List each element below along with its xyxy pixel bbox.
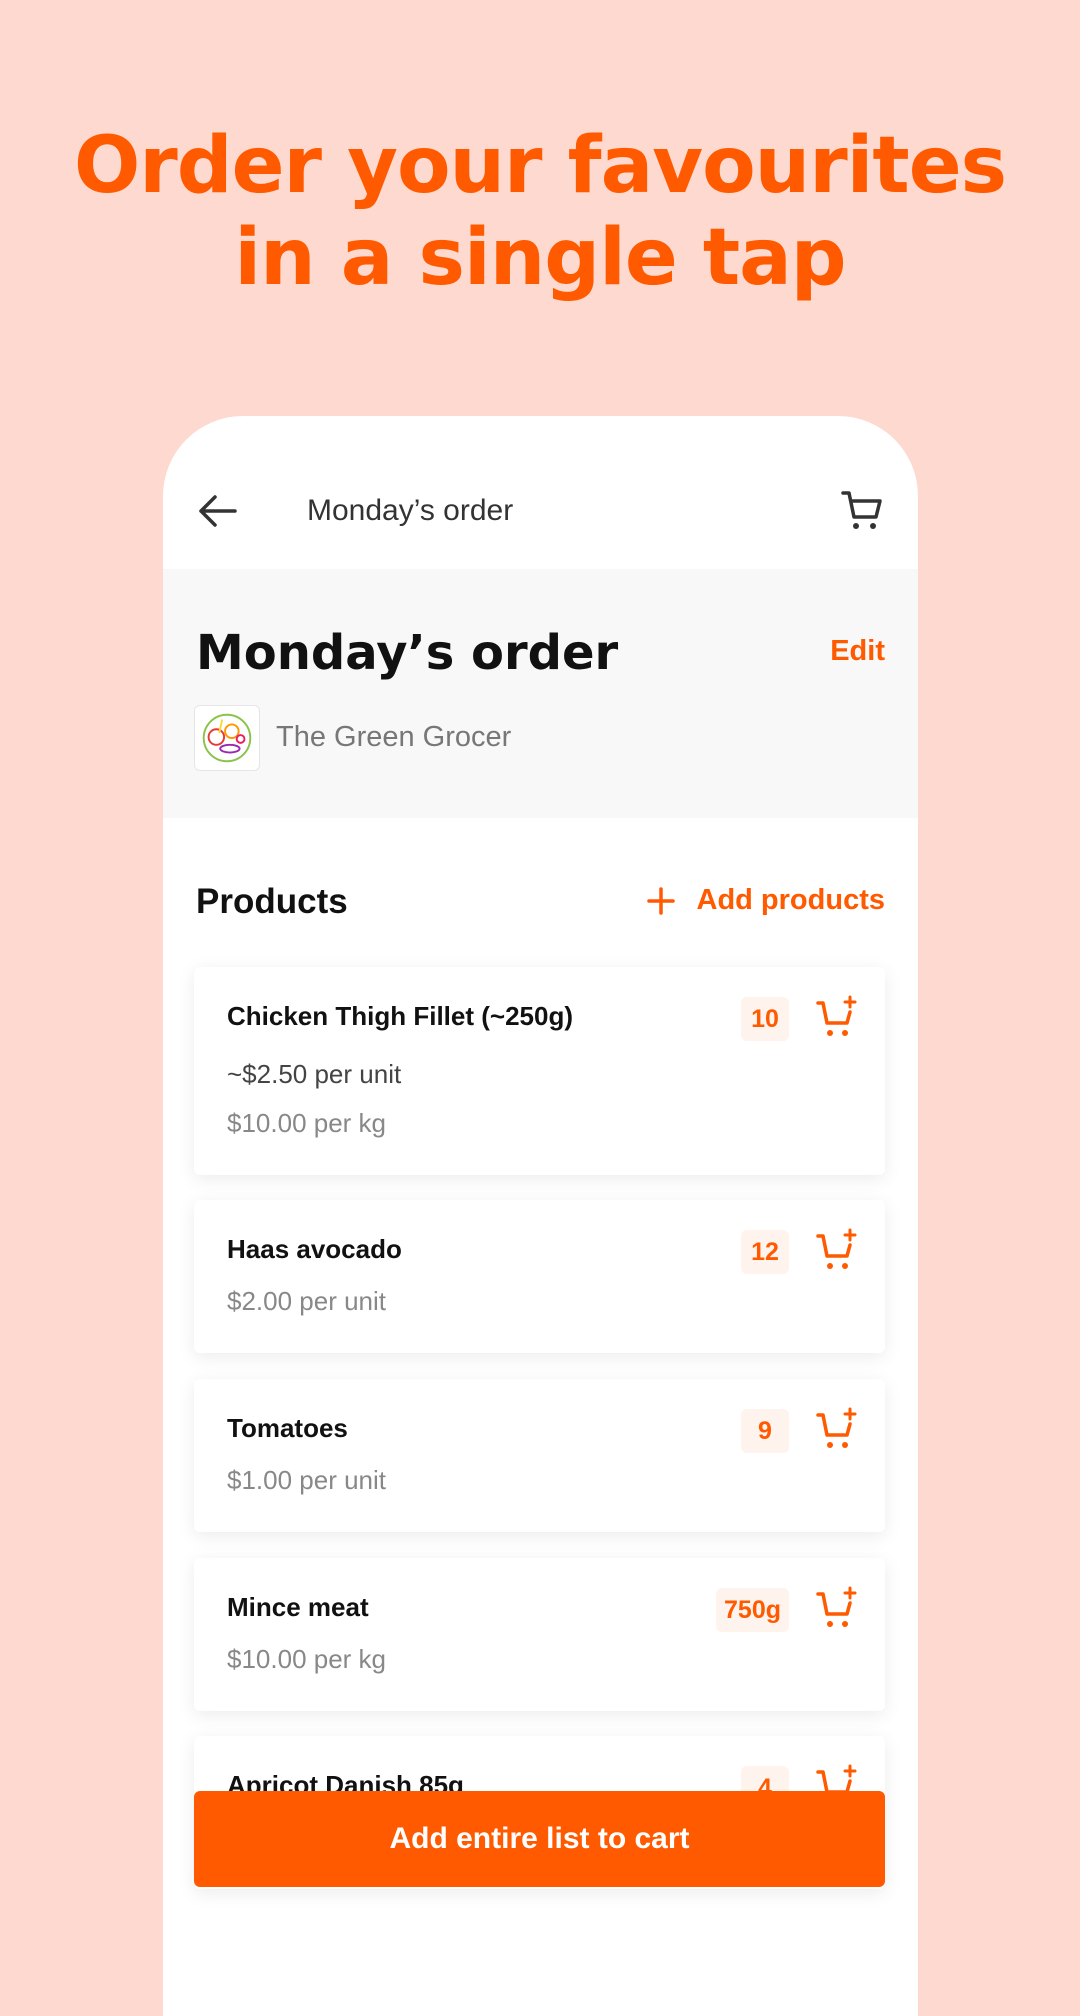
add-entire-list-button[interactable]: Add entire list to cart [194, 1791, 885, 1887]
product-name: Tomatoes [227, 1413, 348, 1443]
quantity-badge[interactable]: 12 [741, 1230, 789, 1274]
product-name: Chicken Thigh Fillet (~250g) [227, 1001, 573, 1031]
add-to-cart-icon[interactable] [816, 1407, 858, 1451]
add-to-cart-icon[interactable] [816, 995, 858, 1039]
product-price: ~$2.50 per unit [227, 1059, 402, 1089]
add-to-cart-icon[interactable] [816, 1228, 858, 1272]
quantity-badge[interactable]: 9 [741, 1409, 789, 1453]
product-card[interactable]: Tomatoes $1.00 per unit 9 [194, 1379, 885, 1532]
quantity-badge[interactable]: 10 [741, 997, 789, 1041]
product-price: $10.00 per kg [227, 1644, 387, 1674]
product-list: Chicken Thigh Fillet (~250g) ~$2.50 per … [163, 0, 918, 1920]
product-secondary-price: $10.00 per kg [227, 1108, 387, 1138]
product-price: $1.00 per unit [227, 1465, 387, 1495]
add-to-cart-icon[interactable] [816, 1586, 858, 1630]
product-card[interactable]: Mince meat $10.00 per kg 750g [194, 1558, 885, 1711]
product-card[interactable]: Haas avocado $2.00 per unit 12 [194, 1200, 885, 1353]
product-name: Mince meat [227, 1592, 369, 1622]
product-price: $2.00 per unit [227, 1286, 387, 1316]
quantity-badge[interactable]: 750g [716, 1588, 789, 1632]
product-card[interactable]: Chicken Thigh Fillet (~250g) ~$2.50 per … [194, 967, 885, 1175]
product-name: Haas avocado [227, 1234, 402, 1264]
